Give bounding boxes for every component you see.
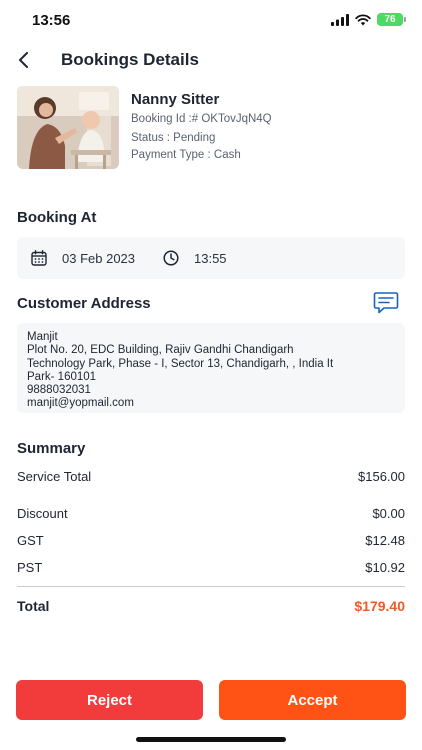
signal-icon [331,13,349,26]
payment-type: Payment Type : Cash [131,149,241,161]
home-indicator [136,737,286,742]
back-button[interactable] [10,46,38,74]
summary-row-discount: Discount $0.00 [17,506,405,524]
booking-id: Booking Id :# OKTovJqN4Q [131,113,272,125]
status-bar: 13:56 76 [0,0,422,40]
summary-row-pst: PST $10.92 [17,560,405,578]
back-arrow-icon [19,52,28,68]
service-name: Nanny Sitter [131,91,220,108]
total-value: $179.40 [354,598,405,614]
reject-button[interactable]: Reject [16,680,203,720]
booking-date: 03 Feb 2023 [62,251,136,266]
address-line: Manjit [27,331,58,343]
summary-label: Discount [17,506,68,521]
service-card: Nanny Sitter Booking Id :# OKTovJqN4Q St… [17,86,405,170]
calendar-icon [31,250,47,266]
summary-divider [17,586,405,587]
wifi-icon [355,13,371,25]
summary-label: GST [17,533,44,548]
summary-row-service-total: Service Total $156.00 [17,469,405,487]
battery-level: 76 [377,13,403,26]
status-icons: 76 [331,13,406,26]
chat-button[interactable] [373,291,399,315]
customer-email: manjit@yopmail.com [27,397,134,410]
summary-label: PST [17,560,43,575]
summary-row-gst: GST $12.48 [17,533,405,551]
accept-button[interactable]: Accept [219,680,406,720]
summary-heading: Summary [17,440,86,457]
battery-icon: 76 [377,13,406,26]
total-label: Total [17,598,50,614]
service-image [17,86,119,169]
address-line: Technology Park, Phase - I, Sector 13, C… [27,357,334,370]
address-line: Plot No. 20, EDC Building, Rajiv Gandhi … [27,344,294,357]
status-time: 13:56 [32,12,71,29]
summary-label: Service Total [17,469,92,484]
clock-icon [163,250,179,266]
chat-bubble-icon [373,292,399,314]
summary-value: $156.00 [358,469,405,484]
booking-status: Status : Pending [131,132,216,144]
booking-at-heading: Booking At [17,209,97,226]
address-line: Park- 160101 [27,370,97,383]
booking-time: 13:55 [194,251,227,266]
summary-value: $12.48 [365,533,405,548]
page-title: Bookings Details [61,50,199,69]
summary-value: $10.92 [365,560,405,575]
booking-datetime-box: 03 Feb 2023 13:55 [17,237,405,279]
summary-value: $0.00 [372,506,405,521]
header: Bookings Details [0,44,422,76]
customer-address-box: Manjit Plot No. 20, EDC Building, Rajiv … [17,323,405,413]
customer-phone: 9888032031 [27,384,91,397]
customer-address-heading: Customer Address [17,295,151,312]
